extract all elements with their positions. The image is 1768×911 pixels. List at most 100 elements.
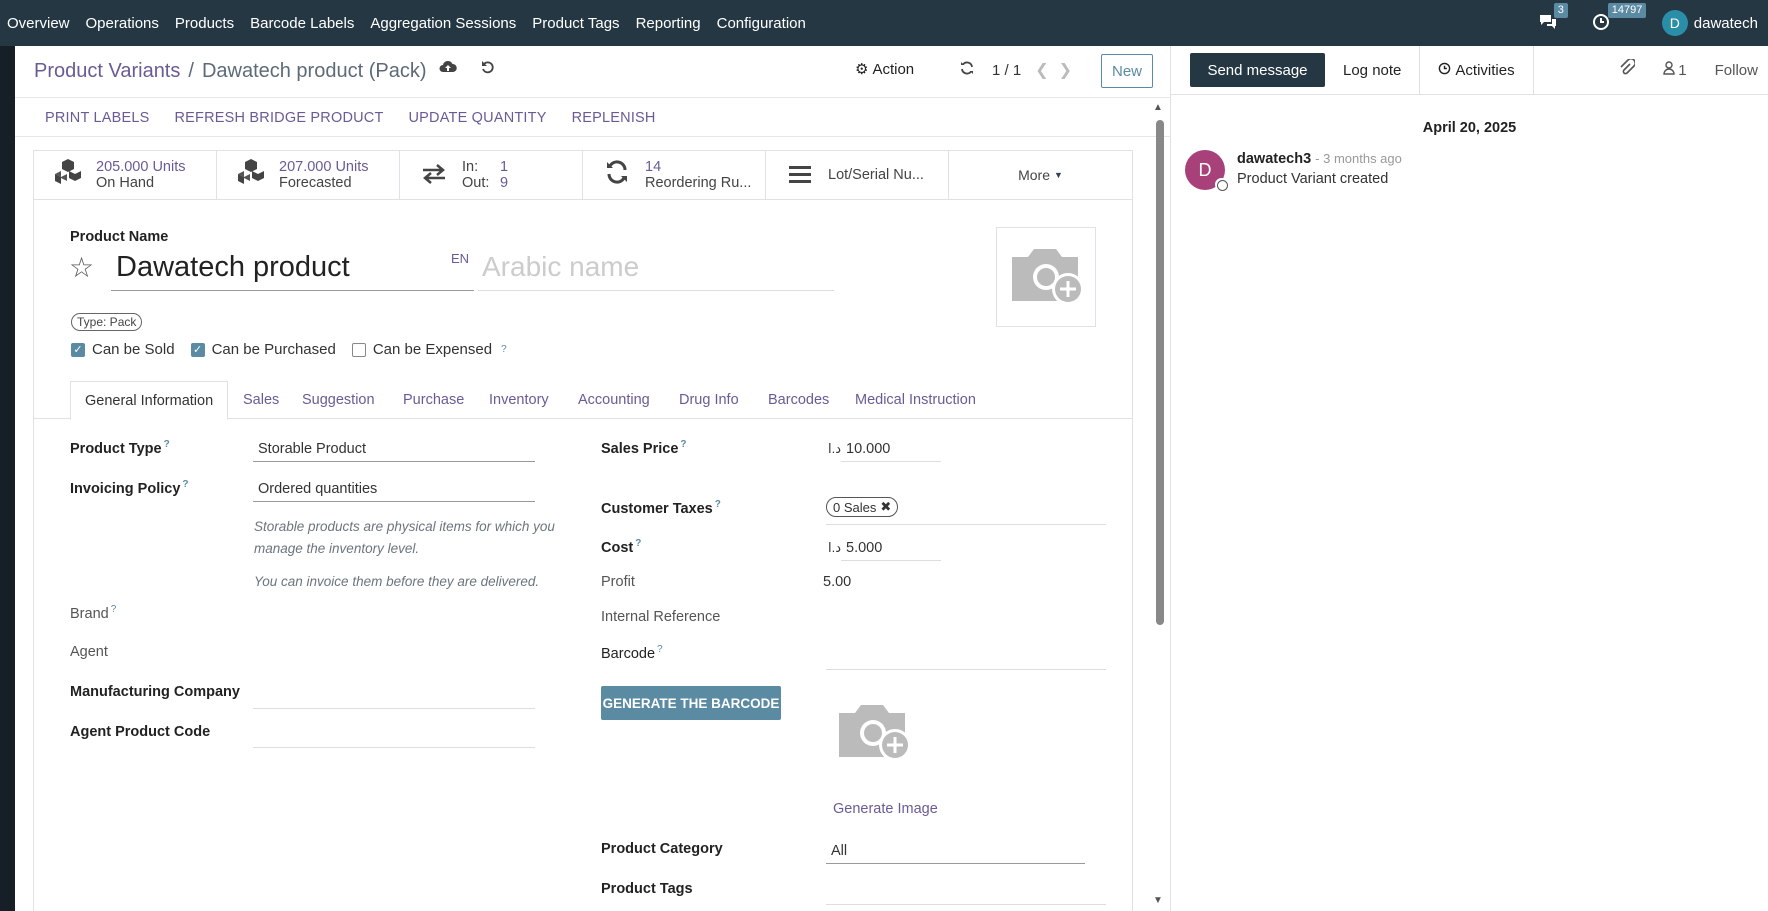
pager-prev-icon[interactable]: ❮	[1035, 60, 1048, 80]
cubes-icon	[235, 158, 267, 192]
on-hand-button[interactable]: 205.000 Units On Hand	[34, 151, 217, 199]
nav-aggregation-sessions[interactable]: Aggregation Sessions	[362, 0, 524, 46]
tab-sales[interactable]: Sales	[243, 381, 279, 419]
message-author[interactable]: dawatech3	[1237, 151, 1311, 167]
tab-inventory[interactable]: Inventory	[489, 381, 549, 419]
form-sheet: 205.000 Units On Hand 207.000 Units Fore…	[33, 150, 1133, 911]
can-be-sold-checkbox[interactable]: ✓ Can be Sold	[71, 341, 175, 358]
product-type-select[interactable]: Storable Product	[253, 441, 535, 462]
tab-suggestion[interactable]: Suggestion	[302, 381, 375, 419]
replenish-button[interactable]: REPLENISH	[572, 110, 656, 126]
language-button[interactable]: EN	[451, 251, 469, 266]
nav-reporting[interactable]: Reporting	[628, 0, 709, 46]
user-menu[interactable]: D dawatech	[1661, 10, 1758, 36]
status-icon	[1215, 178, 1228, 191]
arabic-name-field[interactable]: Arabic name	[478, 251, 834, 291]
nav-products[interactable]: Products	[167, 0, 242, 46]
in-out-button[interactable]: In: 1 Out: 9	[400, 151, 583, 199]
more-button[interactable]: More ▼	[949, 151, 1132, 199]
tab-drug-info[interactable]: Drug Info	[679, 381, 739, 419]
can-be-purchased-label: Can be Purchased	[211, 341, 336, 358]
nav-product-tags[interactable]: Product Tags	[524, 0, 627, 46]
product-image[interactable]	[996, 227, 1096, 327]
print-labels-button[interactable]: PRINT LABELS	[45, 110, 149, 126]
generate-barcode-button[interactable]: GENERATE THE BARCODE	[601, 686, 781, 720]
check-icon: ✓	[190, 342, 205, 357]
bars-icon	[784, 160, 816, 191]
tab-purchase[interactable]: Purchase	[403, 381, 464, 419]
customer-taxes-field[interactable]: 0 Sales ✖	[826, 497, 1106, 525]
refresh-icon[interactable]	[960, 61, 974, 79]
scroll-up-icon[interactable]: ▲	[1153, 102, 1163, 113]
product-category-select[interactable]: All	[826, 843, 1085, 864]
pager-next-icon[interactable]: ❯	[1059, 60, 1072, 80]
activities-button[interactable]: Activities	[1420, 45, 1534, 95]
manufacturing-company-label: Manufacturing Company	[70, 684, 240, 700]
send-message-button[interactable]: Send message	[1190, 53, 1325, 87]
scroll-thumb[interactable]	[1156, 120, 1164, 625]
nav-barcode-labels[interactable]: Barcode Labels	[242, 0, 362, 46]
log-note-button[interactable]: Log note	[1325, 45, 1421, 95]
camera-plus-icon[interactable]	[833, 699, 913, 768]
sales-price-field[interactable]: 10.000	[841, 441, 941, 462]
product-name-label: Product Name	[70, 229, 169, 245]
check-icon: ✓	[71, 342, 85, 357]
followers-button[interactable]: 1	[1663, 61, 1687, 79]
close-icon[interactable]: ✖	[880, 499, 891, 515]
profit-value: 5.00	[823, 574, 852, 590]
cloud-upload-icon[interactable]	[439, 60, 457, 79]
invoicing-policy-select[interactable]: Ordered quantities	[253, 481, 535, 502]
nav-overview[interactable]: Overview	[0, 0, 78, 46]
author-avatar[interactable]: D	[1185, 150, 1228, 191]
invoicing-policy-label: Invoicing Policy?	[70, 479, 189, 497]
activities-systray[interactable]: 14797	[1592, 2, 1647, 34]
tab-accounting[interactable]: Accounting	[578, 381, 650, 419]
follow-button[interactable]: Follow	[1715, 62, 1758, 79]
nav-operations[interactable]: Operations	[78, 0, 167, 46]
cost-field[interactable]: 5.000	[841, 540, 941, 561]
product-checkboxes: ✓ Can be Sold ✓ Can be Purchased Can be …	[71, 341, 507, 358]
tab-medical-instruction[interactable]: Medical Instruction	[855, 381, 976, 419]
tax-tag: 0 Sales ✖	[826, 497, 899, 517]
action-button[interactable]: ⚙ Action	[855, 60, 915, 79]
reordering-value: 14	[645, 159, 662, 175]
in-value: 1	[500, 159, 509, 175]
new-button[interactable]: New	[1101, 54, 1153, 88]
gear-icon: ⚙	[855, 61, 869, 78]
breadcrumb: Product Variants / Dawatech product (Pac…	[34, 60, 426, 83]
action-label: Action	[872, 60, 915, 78]
can-be-expensed-checkbox[interactable]: Can be Expensed?	[351, 341, 507, 358]
paperclip-icon[interactable]	[1619, 57, 1637, 81]
product-type-label: Product Type?	[70, 439, 170, 457]
barcode-field[interactable]	[826, 644, 1106, 670]
scroll-down-icon[interactable]: ▼	[1153, 895, 1163, 906]
brand-label: Brand?	[70, 604, 117, 622]
product-name-field[interactable]: Dawatech product	[111, 251, 474, 291]
discard-icon[interactable]	[481, 60, 495, 79]
product-type-note: Storable products are physical items for…	[254, 519, 555, 556]
message-date: - 3 months ago	[1315, 151, 1402, 166]
pager-value[interactable]: 1 / 1	[992, 62, 1021, 79]
manufacturing-company-field[interactable]	[253, 683, 535, 709]
star-icon[interactable]: ☆	[69, 251, 94, 284]
update-quantity-button[interactable]: UPDATE QUANTITY	[409, 110, 547, 126]
form-scrollbar[interactable]: ▲ ▼	[1153, 100, 1165, 911]
pager: 1 / 1 ❮ ❯	[960, 60, 1072, 80]
messages-systray[interactable]: 3	[1538, 2, 1568, 34]
can-be-purchased-checkbox[interactable]: ✓ Can be Purchased	[190, 341, 336, 358]
generate-image-link[interactable]: Generate Image	[833, 801, 938, 817]
forecasted-button[interactable]: 207.000 Units Forecasted	[217, 151, 400, 199]
product-tags-field[interactable]	[826, 879, 1106, 905]
more-label: More	[1018, 167, 1050, 183]
agent-product-code-label: Agent Product Code	[70, 724, 211, 740]
nav-configuration[interactable]: Configuration	[709, 0, 814, 46]
lot-serial-button[interactable]: Lot/Serial Nu...	[766, 151, 949, 199]
agent-product-code-field[interactable]	[253, 722, 535, 748]
refresh-bridge-product-button[interactable]: REFRESH BRIDGE PRODUCT	[174, 110, 383, 126]
out-value: 9	[500, 175, 509, 191]
cubes-icon	[52, 158, 84, 192]
breadcrumb-parent[interactable]: Product Variants	[34, 60, 180, 83]
reordering-rules-button[interactable]: 14 Reordering Ru...	[583, 151, 766, 199]
tab-barcodes[interactable]: Barcodes	[768, 381, 829, 419]
tab-general-information[interactable]: General Information	[70, 381, 229, 420]
